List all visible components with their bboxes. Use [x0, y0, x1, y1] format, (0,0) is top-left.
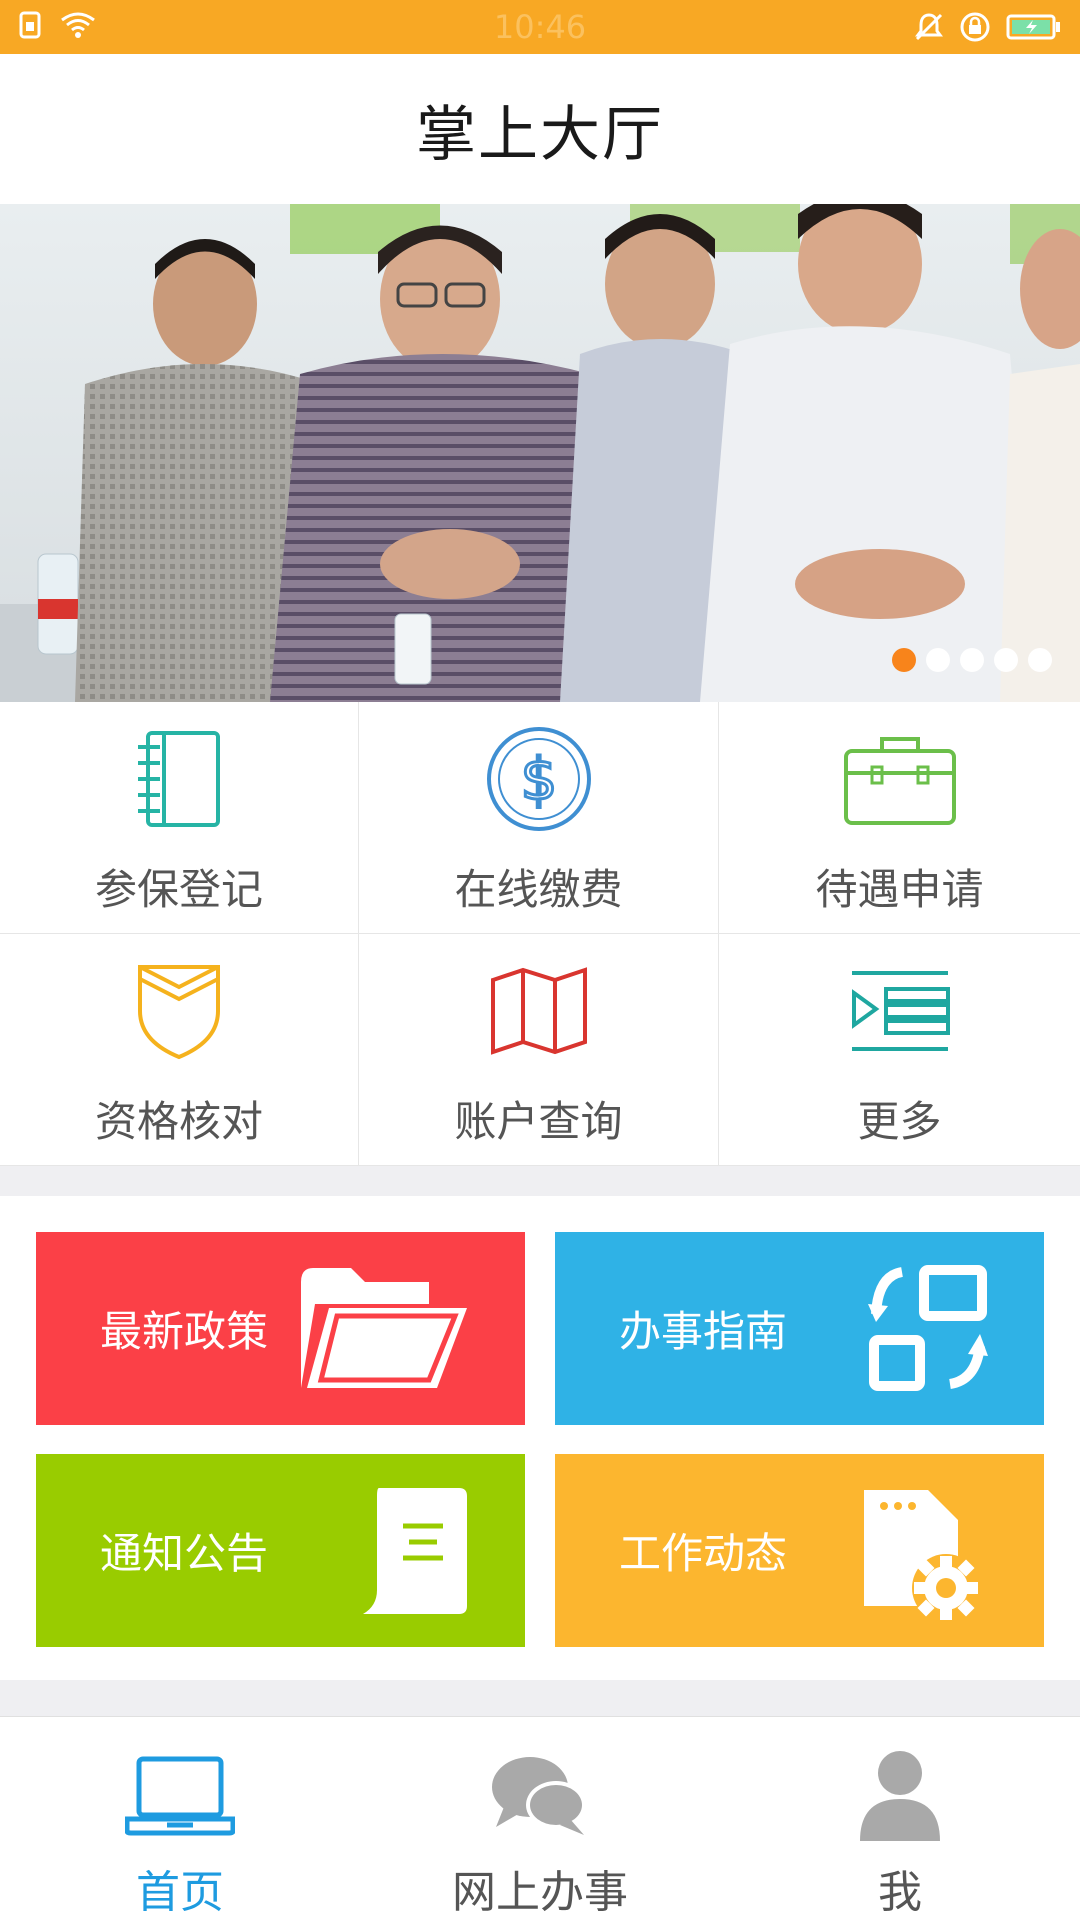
notebook-icon	[119, 724, 239, 834]
document-icon	[359, 1486, 469, 1620]
service-qualification-check[interactable]: 资格核对	[0, 934, 359, 1166]
nav-label: 我	[878, 1867, 922, 1918]
nav-label: 首页	[136, 1867, 224, 1918]
section-divider	[0, 1166, 1080, 1196]
service-registration[interactable]: 参保登记	[0, 702, 359, 934]
status-icons-right	[914, 10, 1062, 48]
carousel-dot-4[interactable]	[994, 648, 1018, 672]
tile-work-news[interactable]: 工作动态	[555, 1454, 1044, 1647]
app-header: 掌上大厅	[0, 54, 1080, 204]
service-label: 账户查询	[454, 1097, 623, 1146]
tile-label: 工作动态	[619, 1529, 788, 1578]
dollar-coin-icon: $	[479, 724, 599, 834]
feature-tiles: 最新政策 办事指南 通知公告 工作动态	[0, 1196, 1080, 1680]
service-label: 资格核对	[94, 1097, 263, 1146]
nav-home[interactable]: 首页	[0, 1717, 360, 1920]
page-title: 掌上大厅	[416, 99, 664, 170]
bottom-nav: 首页 网上办事 我	[0, 1716, 1080, 1920]
laptop-icon	[125, 1745, 235, 1844]
file-settings-icon	[858, 1486, 988, 1630]
map-icon	[479, 956, 599, 1066]
rotation-lock-icon	[958, 10, 992, 48]
nav-me[interactable]: 我	[720, 1717, 1080, 1920]
shield-icon	[119, 956, 239, 1066]
banner-photo	[0, 204, 1080, 702]
folder-icon	[299, 1264, 469, 1398]
tile-label: 通知公告	[100, 1529, 269, 1578]
tile-notice[interactable]: 通知公告	[36, 1454, 525, 1647]
nav-label: 网上办事	[452, 1867, 628, 1918]
service-label: 参保登记	[94, 865, 263, 914]
service-label: 更多	[857, 1097, 942, 1146]
service-benefit-application[interactable]: 待遇申请	[719, 702, 1080, 934]
carousel-dot-1[interactable]	[892, 648, 916, 672]
service-label: 待遇申请	[815, 865, 984, 914]
battery-icon	[1006, 13, 1062, 45]
chat-bubbles-icon	[490, 1745, 590, 1844]
tile-label: 办事指南	[619, 1307, 788, 1356]
carousel-dot-5[interactable]	[1028, 648, 1052, 672]
service-more[interactable]: 更多	[719, 934, 1080, 1166]
service-online-payment[interactable]: $ 在线缴费	[359, 702, 719, 934]
mute-icon	[914, 11, 944, 47]
tile-latest-policy[interactable]: 最新政策	[36, 1232, 525, 1425]
tile-label: 最新政策	[100, 1307, 269, 1356]
section-divider	[0, 1680, 1080, 1716]
person-icon	[858, 1745, 942, 1844]
briefcase-icon	[840, 724, 960, 834]
service-label: 在线缴费	[454, 865, 623, 914]
carousel-dot-3[interactable]	[960, 648, 984, 672]
service-grid: 参保登记 $ 在线缴费 待遇申请 资格核对 账户查询 更多	[0, 702, 1080, 1166]
carousel-dot-2[interactable]	[926, 648, 950, 672]
tile-service-guide[interactable]: 办事指南	[555, 1232, 1044, 1425]
service-account-query[interactable]: 账户查询	[359, 934, 719, 1166]
nav-online-services[interactable]: 网上办事	[360, 1717, 720, 1920]
list-icon	[840, 956, 960, 1066]
status-bar: 10:46	[0, 0, 1080, 54]
carousel-indicators	[892, 648, 1052, 672]
swap-boxes-icon	[868, 1264, 988, 1398]
banner-carousel[interactable]	[0, 204, 1080, 702]
svg-text:$: $	[520, 745, 557, 813]
